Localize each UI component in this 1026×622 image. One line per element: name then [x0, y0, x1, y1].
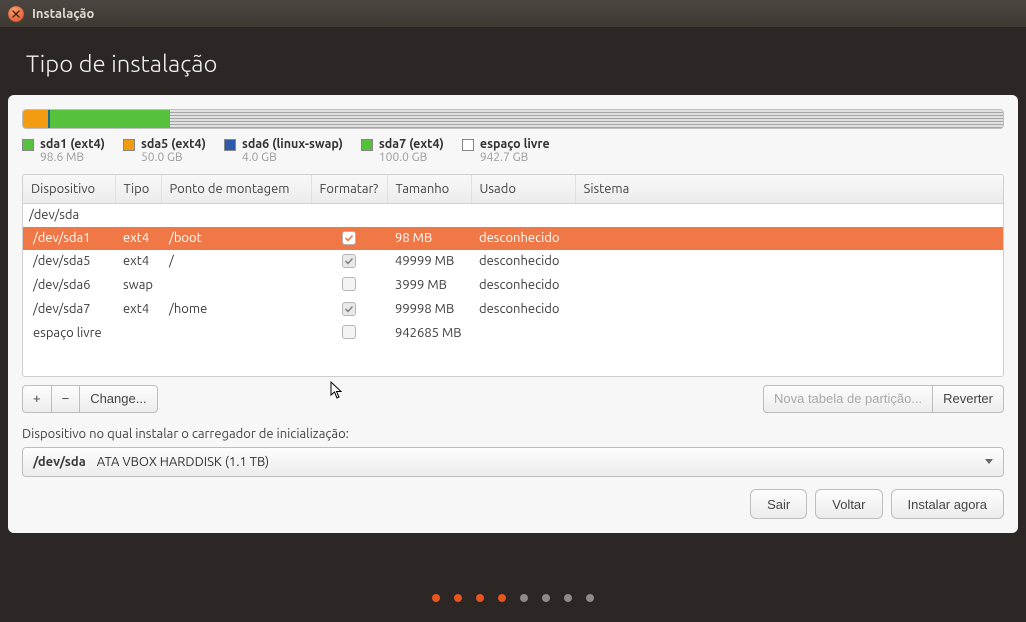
- progress-dot: [498, 594, 506, 602]
- column-header[interactable]: Dispositivo: [23, 175, 115, 204]
- legend-swatch: [224, 139, 236, 151]
- partition-toolbar: + − Change... Nova tabela de partição...…: [22, 385, 1004, 413]
- legend-size: 50.0 GB: [141, 151, 206, 164]
- legend-item: sda6 (linux-swap)4.0 GB: [224, 137, 343, 164]
- remove-partition-button[interactable]: −: [51, 385, 81, 413]
- table-body: /dev/sda/dev/sda1ext4/boot98 MBdesconhec…: [23, 204, 1003, 376]
- legend-label: espaço livre: [480, 137, 550, 151]
- footer-buttons: Sair Voltar Instalar agora: [750, 489, 1004, 519]
- disk-legend: sda1 (ext4)98.6 MB sda5 (ext4)50.0 GB sda6…: [22, 137, 1004, 164]
- legend-item: espaço livre942.7 GB: [462, 137, 550, 164]
- format-checkbox[interactable]: [342, 254, 356, 268]
- partition-edit-group: + − Change...: [22, 385, 158, 413]
- disk-segment: [48, 110, 58, 128]
- column-header[interactable]: Formatar?: [311, 175, 387, 204]
- disk-segment: [145, 110, 170, 128]
- close-icon: [12, 10, 20, 18]
- disk-segment: [57, 110, 96, 128]
- progress-dot: [454, 594, 462, 602]
- table-row-parent[interactable]: /dev/sda: [23, 204, 1003, 227]
- legend-size: 4.0 GB: [242, 151, 343, 164]
- disk-segment: [96, 110, 145, 128]
- legend-item: sda7 (ext4)100.0 GB: [361, 137, 444, 164]
- progress-dot: [520, 594, 528, 602]
- legend-swatch: [123, 139, 135, 151]
- column-header[interactable]: Sistema: [575, 175, 1003, 204]
- add-partition-button[interactable]: +: [22, 385, 52, 413]
- column-header[interactable]: Usado: [471, 175, 575, 204]
- legend-label: sda5 (ext4): [141, 137, 206, 151]
- table-row[interactable]: /dev/sda5ext4/49999 MBdesconhecido: [23, 250, 1003, 273]
- progress-dot: [476, 594, 484, 602]
- bootloader-label: Dispositivo no qual instalar o carregado…: [22, 427, 1004, 441]
- column-header[interactable]: Tamanho: [387, 175, 471, 204]
- change-partition-button[interactable]: Change...: [79, 385, 157, 413]
- legend-item: sda1 (ext4)98.6 MB: [22, 137, 105, 164]
- chevron-down-icon: [985, 459, 993, 464]
- new-partition-table-button[interactable]: Nova tabela de partição...: [763, 385, 933, 413]
- table-row[interactable]: /dev/sda1ext4/boot98 MBdesconhecido: [23, 227, 1003, 250]
- window-title: Instalação: [32, 7, 94, 21]
- disk-segment: [170, 110, 1003, 128]
- install-now-button[interactable]: Instalar agora: [891, 489, 1005, 519]
- bootloader-desc: ATA VBOX HARDDISK (1.1 TB): [97, 455, 269, 469]
- progress-dots: [0, 594, 1026, 602]
- legend-label: sda7 (ext4): [379, 137, 444, 151]
- format-checkbox[interactable]: [342, 325, 356, 339]
- format-checkbox[interactable]: [342, 231, 356, 245]
- legend-size: 98.6 MB: [40, 151, 105, 164]
- back-button[interactable]: Voltar: [815, 489, 882, 519]
- progress-dot: [564, 594, 572, 602]
- progress-dot: [586, 594, 594, 602]
- page-title: Tipo de instalação: [26, 50, 1000, 77]
- legend-label: sda6 (linux-swap): [242, 137, 343, 151]
- legend-size: 942.7 GB: [480, 151, 550, 164]
- revert-button[interactable]: Reverter: [932, 385, 1004, 413]
- legend-swatch: [462, 139, 474, 151]
- legend-item: sda5 (ext4)50.0 GB: [123, 137, 206, 164]
- format-checkbox[interactable]: [342, 302, 356, 316]
- titlebar: Instalação: [0, 0, 1026, 28]
- format-checkbox[interactable]: [342, 277, 356, 291]
- bootloader-disk: /dev/sda: [33, 455, 86, 469]
- partition-table: DispositivoTipoPonto de montagemFormatar…: [22, 174, 1004, 377]
- table-row[interactable]: /dev/sda7ext4/home99998 MBdesconhecido: [23, 298, 1003, 321]
- bootloader-select[interactable]: /dev/sda ATA VBOX HARDDISK (1.1 TB): [22, 447, 1004, 477]
- table-header-row: DispositivoTipoPonto de montagemFormatar…: [23, 175, 1003, 204]
- progress-dot: [542, 594, 550, 602]
- disk-usage-bar: [22, 109, 1004, 129]
- main-panel: sda1 (ext4)98.6 MB sda5 (ext4)50.0 GB sda6…: [8, 95, 1018, 533]
- legend-size: 100.0 GB: [379, 151, 444, 164]
- legend-swatch: [22, 139, 34, 151]
- disk-segment: [23, 110, 48, 128]
- partition-table-group: Nova tabela de partição... Reverter: [763, 385, 1004, 413]
- close-button[interactable]: [8, 6, 24, 22]
- progress-dot: [432, 594, 440, 602]
- quit-button[interactable]: Sair: [750, 489, 807, 519]
- legend-label: sda1 (ext4): [40, 137, 105, 151]
- table-row[interactable]: /dev/sda6swap3999 MBdesconhecido: [23, 273, 1003, 298]
- header: Tipo de instalação: [0, 28, 1026, 95]
- column-header[interactable]: Ponto de montagem: [161, 175, 311, 204]
- column-header[interactable]: Tipo: [115, 175, 161, 204]
- legend-swatch: [361, 139, 373, 151]
- table-row[interactable]: espaço livre942685 MB: [23, 321, 1003, 346]
